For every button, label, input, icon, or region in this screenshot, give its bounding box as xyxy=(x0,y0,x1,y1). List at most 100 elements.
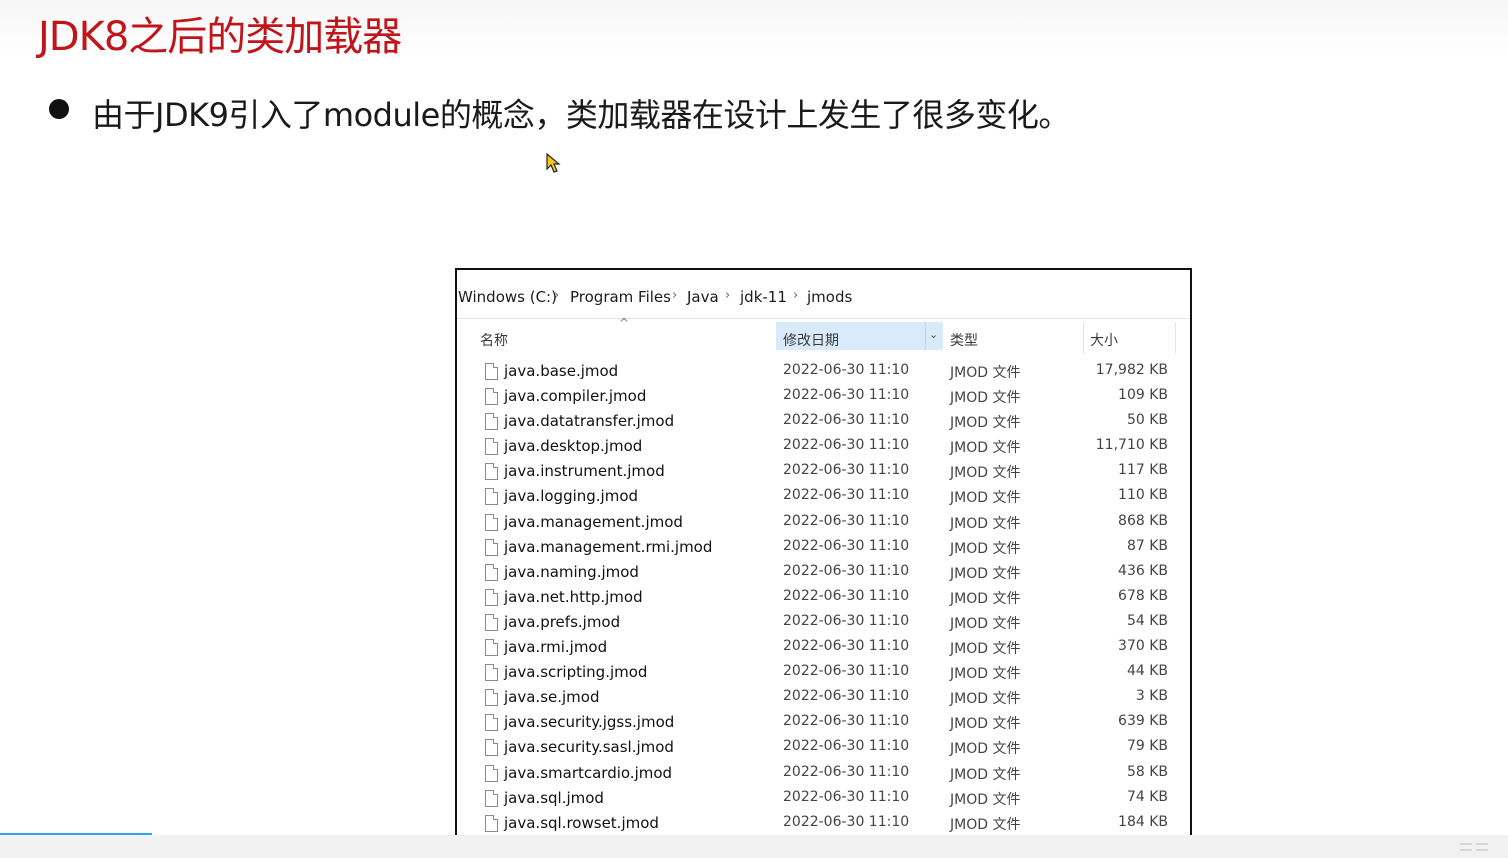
bullet-dot xyxy=(49,99,69,119)
file-row[interactable]: java.sql.jmod 2022-06-30 11:10 JMOD 文件 74 K… xyxy=(457,789,1190,814)
file-modified-date: 2022-06-30 11:10 xyxy=(783,487,910,504)
file-row[interactable]: java.security.jgss.jmod 2022-06-30 11:10 J… xyxy=(457,713,1190,738)
breadcrumb-item-program-files[interactable]: Program Files xyxy=(570,288,671,306)
file-row[interactable]: java.desktop.jmod 2022-06-30 11:10 JMOD 文件… xyxy=(457,437,1190,462)
sort-ascending-icon: ^ xyxy=(619,316,630,330)
file-type: JMOD 文件 xyxy=(950,691,1021,708)
file-icon xyxy=(485,388,498,406)
file-icon xyxy=(485,664,498,682)
file-type: JMOD 文件 xyxy=(950,590,1021,607)
file-row[interactable]: java.security.sasl.jmod 2022-06-30 11:10 J… xyxy=(457,738,1190,763)
file-row[interactable]: java.net.http.jmod 2022-06-30 11:10 JMOD 文… xyxy=(457,588,1190,613)
chevron-right-icon[interactable]: › xyxy=(672,288,677,303)
file-row[interactable]: java.instrument.jmod 2022-06-30 11:10 JMOD… xyxy=(457,462,1190,487)
file-modified-date: 2022-06-30 11:10 xyxy=(783,387,910,404)
file-type: JMOD 文件 xyxy=(950,791,1021,808)
column-header-row: ^ 名称 修改日期 ⌄ 类型 大小 xyxy=(457,316,1190,354)
file-icon xyxy=(485,814,498,832)
file-row[interactable]: java.smartcardio.jmod 2022-06-30 11:10 JMO… xyxy=(457,764,1190,789)
file-row[interactable]: java.compiler.jmod 2022-06-30 11:10 JMOD 文… xyxy=(457,387,1190,412)
breadcrumb-item-drive[interactable]: Windows (C:) xyxy=(458,288,557,306)
file-size: 184 KB xyxy=(1118,813,1168,830)
file-row[interactable]: java.rmi.jmod 2022-06-30 11:10 JMOD 文件 370 … xyxy=(457,638,1190,663)
file-modified-date: 2022-06-30 11:10 xyxy=(783,587,910,604)
file-row[interactable]: java.management.jmod 2022-06-30 11:10 JMOD… xyxy=(457,513,1190,538)
file-name: java.instrument.jmod xyxy=(504,462,665,481)
breadcrumb-item-jdk[interactable]: jdk-11 xyxy=(740,288,787,306)
file-name: java.management.jmod xyxy=(504,512,683,531)
breadcrumb-item-java[interactable]: Java xyxy=(687,288,719,306)
file-size: 58 KB xyxy=(1126,763,1168,780)
chevron-down-icon[interactable]: ⌄ xyxy=(929,328,938,341)
file-type: JMOD 文件 xyxy=(950,565,1021,582)
file-modified-date: 2022-06-30 11:10 xyxy=(783,537,910,554)
file-name: java.desktop.jmod xyxy=(504,437,643,456)
file-row[interactable]: java.management.rmi.jmod 2022-06-30 11:10… xyxy=(457,538,1190,563)
file-size: 868 KB xyxy=(1118,512,1168,529)
file-icon xyxy=(485,588,498,606)
file-modified-date: 2022-06-30 11:10 xyxy=(783,362,910,378)
chevron-right-icon[interactable]: › xyxy=(554,288,559,303)
file-size: 110 KB xyxy=(1118,487,1168,504)
file-size: 370 KB xyxy=(1118,638,1168,655)
file-name: java.sql.rowset.jmod xyxy=(504,813,659,832)
file-modified-date: 2022-06-30 11:10 xyxy=(783,462,910,479)
file-size: 11,710 KB xyxy=(1095,437,1168,454)
file-row[interactable]: java.logging.jmod 2022-06-30 11:10 JMOD 文件… xyxy=(457,487,1190,512)
file-row[interactable]: java.prefs.jmod 2022-06-30 11:10 JMOD 文件 54… xyxy=(457,613,1190,638)
file-type: JMOD 文件 xyxy=(950,666,1021,683)
file-name: java.compiler.jmod xyxy=(504,387,647,406)
column-header-size[interactable]: 大小 xyxy=(1090,330,1118,350)
file-modified-date: 2022-06-30 11:10 xyxy=(783,512,910,529)
column-divider xyxy=(925,322,926,350)
file-size: 3 KB xyxy=(1135,688,1168,705)
column-divider[interactable] xyxy=(1175,322,1176,354)
file-icon xyxy=(485,513,498,531)
file-size: 79 KB xyxy=(1126,738,1168,755)
file-name: java.management.rmi.jmod xyxy=(504,537,713,556)
file-icon xyxy=(485,563,498,581)
file-size: 74 KB xyxy=(1126,788,1168,805)
file-type: JMOD 文件 xyxy=(950,365,1021,381)
file-icon xyxy=(485,538,498,556)
file-type: JMOD 文件 xyxy=(950,816,1021,833)
column-header-name[interactable]: 名称 xyxy=(480,330,508,350)
file-size: 639 KB xyxy=(1118,713,1168,730)
file-type: JMOD 文件 xyxy=(950,641,1021,658)
menu-lines-icon[interactable] xyxy=(1460,842,1490,852)
file-size: 17,982 KB xyxy=(1095,362,1168,378)
file-type: JMOD 文件 xyxy=(950,515,1021,532)
file-type: JMOD 文件 xyxy=(950,415,1021,432)
file-row[interactable]: java.scripting.jmod 2022-06-30 11:10 JMOD … xyxy=(457,663,1190,688)
column-header-type[interactable]: 类型 xyxy=(950,330,978,350)
mouse-cursor-icon xyxy=(546,153,561,173)
file-icon xyxy=(485,613,498,631)
file-modified-date: 2022-06-30 11:10 xyxy=(783,412,910,429)
file-modified-date: 2022-06-30 11:10 xyxy=(783,663,910,680)
file-modified-date: 2022-06-30 11:10 xyxy=(783,437,910,454)
breadcrumb-item-jmods[interactable]: jmods xyxy=(807,288,852,306)
file-row[interactable]: java.base.jmod 2022-06-30 11:10 JMOD 文件 17,… xyxy=(457,362,1190,387)
file-type: JMOD 文件 xyxy=(950,390,1021,407)
file-row[interactable]: java.naming.jmod 2022-06-30 11:10 JMOD 文件 4… xyxy=(457,563,1190,588)
column-header-date[interactable]: 修改日期 xyxy=(783,330,839,350)
file-name: java.net.http.jmod xyxy=(504,587,643,606)
file-name: java.rmi.jmod xyxy=(504,638,608,657)
file-name: java.naming.jmod xyxy=(504,562,639,581)
chevron-right-icon[interactable]: › xyxy=(793,288,798,303)
file-modified-date: 2022-06-30 11:10 xyxy=(783,788,910,805)
chevron-right-icon[interactable]: › xyxy=(725,288,730,303)
file-name: java.sql.jmod xyxy=(504,788,604,807)
file-row[interactable]: java.se.jmod 2022-06-30 11:10 JMOD 文件 3 KB xyxy=(457,688,1190,713)
slide-title: JDK8之后的类加载器 xyxy=(38,14,402,60)
file-size: 44 KB xyxy=(1126,663,1168,680)
file-name: java.logging.jmod xyxy=(504,487,639,506)
file-size: 109 KB xyxy=(1118,387,1168,404)
file-modified-date: 2022-06-30 11:10 xyxy=(783,813,910,830)
file-type: JMOD 文件 xyxy=(950,440,1021,457)
breadcrumb: Windows (C:) › Program Files › Java › jd… xyxy=(457,270,1190,319)
file-row[interactable]: java.datatransfer.jmod 2022-06-30 11:10 JM… xyxy=(457,412,1190,437)
file-name: java.security.sasl.jmod xyxy=(504,738,674,757)
file-modified-date: 2022-06-30 11:10 xyxy=(783,763,910,780)
column-divider[interactable] xyxy=(1083,322,1084,354)
